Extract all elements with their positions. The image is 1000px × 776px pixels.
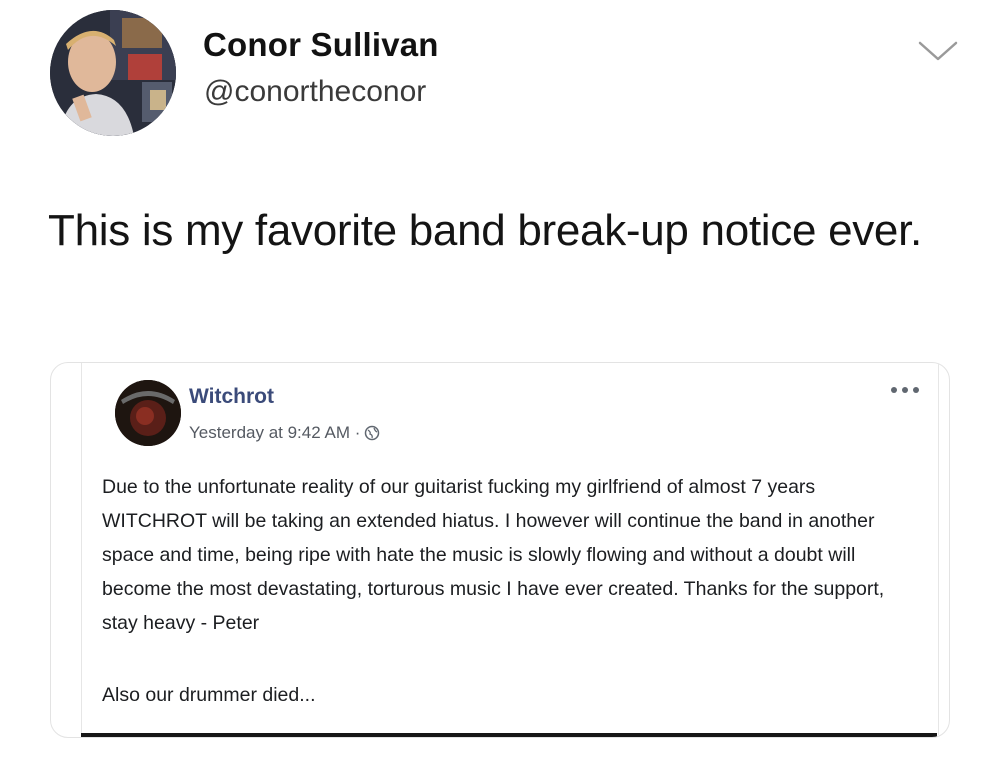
tweet-text: This is my favorite band break-up notice… bbox=[48, 206, 922, 255]
post-extra-text: Also our drummer died... bbox=[102, 684, 316, 706]
post-bottom-border bbox=[81, 733, 937, 737]
post-timestamp[interactable]: Yesterday at 9:42 AM · bbox=[189, 423, 360, 443]
avatar-photo bbox=[50, 10, 176, 136]
embedded-image-card[interactable]: Witchrot Yesterday at 9:42 AM · Due to t… bbox=[50, 362, 950, 738]
author-avatar[interactable] bbox=[50, 10, 176, 136]
author-name[interactable]: Conor Sullivan bbox=[203, 26, 439, 64]
more-horizontal-icon[interactable] bbox=[889, 385, 921, 395]
page-avatar[interactable] bbox=[115, 380, 181, 446]
globe-icon bbox=[365, 425, 380, 441]
chevron-down-icon[interactable] bbox=[916, 38, 960, 64]
author-handle[interactable]: @conortheconor bbox=[204, 75, 426, 109]
post-body-text: Due to the unfortunate reality of our gu… bbox=[102, 476, 885, 634]
tweet: Conor Sullivan @conortheconor This is my… bbox=[0, 0, 1000, 776]
band-logo-avatar bbox=[115, 380, 181, 446]
post-meta: Yesterday at 9:42 AM · bbox=[189, 423, 380, 443]
page-name[interactable]: Witchrot bbox=[189, 385, 274, 409]
post-body: Due to the unfortunate reality of our gu… bbox=[102, 470, 922, 640]
